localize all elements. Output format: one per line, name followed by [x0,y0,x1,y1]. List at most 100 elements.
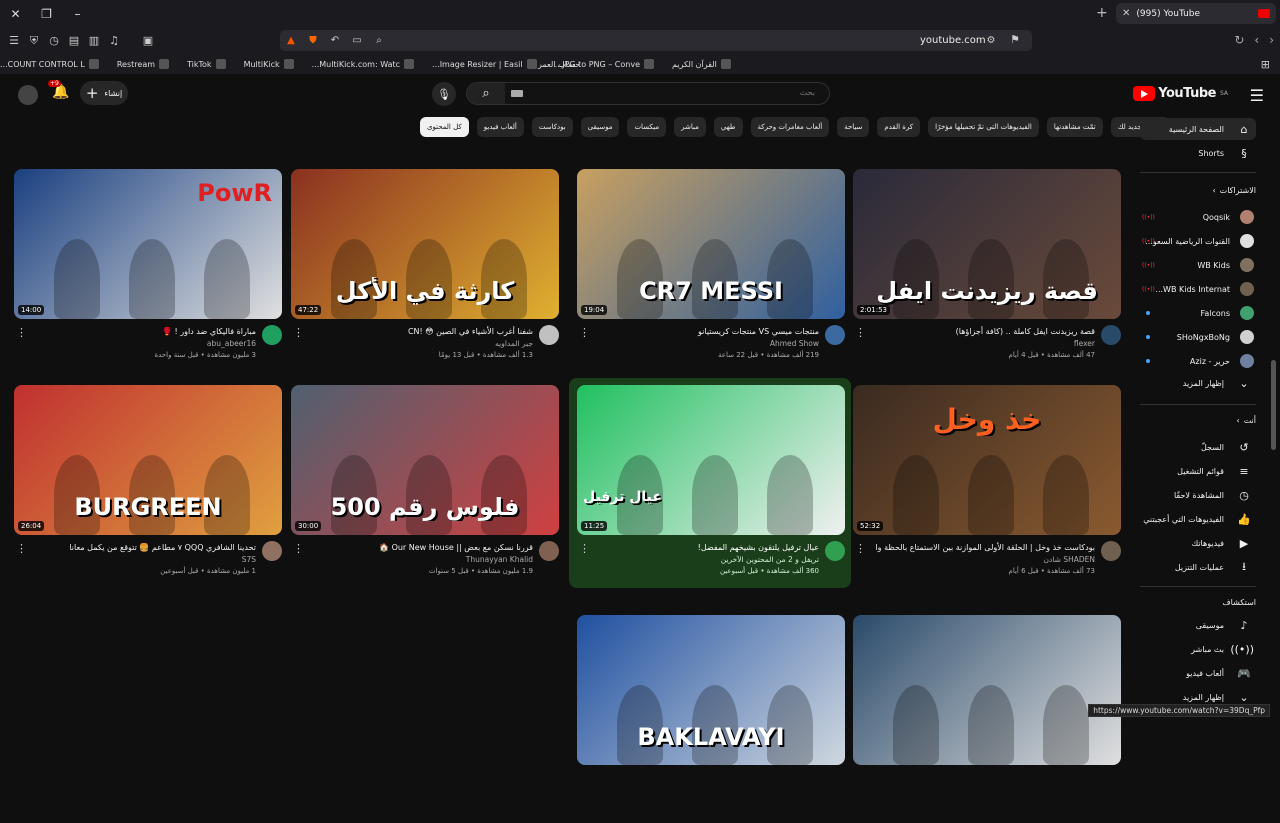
channel-avatar[interactable] [825,541,845,561]
sidebar-item[interactable]: ▶فيديوهاتك [1140,532,1256,554]
sidebar-item[interactable]: ((•))بث مباشر [1140,638,1256,660]
video-thumbnail[interactable]: PowR14:00 [14,169,282,319]
filter-chip[interactable]: الفيديوهات التي تمّ تحميلها مؤخرًا [928,117,1039,137]
channel-avatar[interactable] [539,541,559,561]
filter-chip[interactable]: موسيقى [581,117,620,137]
close-tab-icon[interactable]: ✕ [1122,8,1130,19]
notifications-icon[interactable]: 🔔+9 [52,84,69,100]
subscription-item[interactable]: حرير - Aziz [1140,350,1256,372]
menu-icon[interactable]: ☰ [4,34,24,48]
video-thumbnail[interactable]: BURGREEN26:04 [14,385,282,535]
video-title[interactable]: مباراة فاليكاي ضد داور ! 🥊 [36,326,256,338]
video-thumbnail[interactable]: خذ وخل52:32 [853,385,1121,535]
music-icon[interactable]: ♫ [104,34,124,48]
subscription-item[interactable]: القنوات الرياضية السعو...((•)) [1140,230,1256,252]
browser-tab-youtube[interactable]: ✕ (995) YouTube [1116,3,1276,24]
channel-name[interactable]: Ahmed Show [770,339,819,348]
search-input[interactable]: بحث [800,88,815,97]
sidebar-item[interactable]: ⌄إظهار المزيد [1140,372,1256,394]
bookmark-item[interactable]: MultiKick [244,59,294,69]
reload-icon[interactable]: ↻ [1234,33,1244,47]
channel-avatar[interactable] [539,325,559,345]
subscription-item[interactable]: Falcons [1140,302,1256,324]
sidebar-item[interactable]: 🎮ألعاب فيديو [1140,662,1256,684]
video-title[interactable]: شفنا أغرب الأشياء في الصين 😳 !CN [313,326,533,338]
video-thumbnail[interactable]: فلوس رقم 50030:00 [291,385,559,535]
video-thumbnail[interactable]: CR7 MESSI19:04 [577,169,845,319]
voice-search-icon[interactable]: 🎙 [432,82,456,106]
more-options-icon[interactable]: ⋮ [293,542,304,555]
subscription-item[interactable]: WB Kids((•)) [1140,254,1256,276]
channel-name[interactable]: Thunayyan Khalid [466,555,533,564]
sidebar-section-heading[interactable]: أنت› [1236,416,1256,425]
sidebar-item[interactable]: ⌂الصفحة الرئيسية [1140,118,1256,140]
video-thumbnail[interactable]: BAKLAVAYI [577,615,845,765]
cast-icon[interactable]: ▭ [346,35,368,46]
channel-name[interactable]: جبر المداويه [495,339,533,348]
filter-chip[interactable]: طهي [714,117,743,137]
video-title[interactable]: تحدينا الشافري QQQ ٧ مطاعم 🍔 تتوقع من يك… [36,542,256,554]
address-bar[interactable]: ▲ ⛊ ↶ ▭ ⌕ youtube.com ⚙ [280,30,1032,51]
filter-chip[interactable]: تمّت مشاهدتها [1047,117,1103,137]
account-avatar[interactable] [18,85,38,105]
more-options-icon[interactable]: ⋮ [293,326,304,339]
channel-avatar[interactable] [262,541,282,561]
subscription-item[interactable]: SHoNgxBoNg [1140,326,1256,348]
site-settings-icon[interactable]: ⚙ [980,35,1002,46]
video-title[interactable]: قصة ريزيدنت ايفل كاملة .. (كافة أجزاؤها) [875,326,1095,338]
guide-menu-icon[interactable]: ☰ [1250,86,1264,105]
minimize-window-icon[interactable]: – [62,0,93,27]
bookmark-item[interactable]: Restream [117,59,169,69]
tabs-icon[interactable]: ▤ [64,34,84,48]
new-tab-button[interactable]: + [1096,5,1108,21]
bookmark-item[interactable]: Image Resizer | Easil... [432,59,537,69]
create-button[interactable]: إنشاء+ [80,81,128,105]
channel-name[interactable]: abu_abeer16 [207,339,256,348]
video-card[interactable]: BURGREEN26:04 تحدينا الشافري QQQ ٧ مطاعم … [14,385,282,593]
video-card[interactable]: عيال ترفيل11:25 عيال ترفيل يلتقون بشيخهم … [577,385,845,593]
close-window-icon[interactable]: ✕ [0,0,31,27]
back-icon[interactable]: ‹ [1254,33,1259,47]
sidebar-item[interactable]: ◷المشاهدة لاحقًا [1140,484,1256,506]
bookmarks-menu-icon[interactable]: ⊞ [1261,58,1270,71]
shield-icon[interactable]: ⛨ [24,34,44,48]
sidebar-item[interactable]: §Shorts [1140,142,1256,164]
video-thumbnail[interactable] [853,615,1121,765]
channel-name[interactable]: تريفل و 2 من المحتوين الآخرين [721,555,819,564]
filter-chip[interactable]: كل المحتوى [420,117,469,137]
brave-icon[interactable]: ▲ [280,35,302,46]
video-title[interactable]: بودكاست خذ وخل | الحلقة الأولى الموازنة … [875,542,1095,554]
filter-chip[interactable]: سياحة [837,117,869,137]
channel-avatar[interactable] [262,325,282,345]
subscription-item[interactable]: Qoqsik((•)) [1140,206,1256,228]
sidebar-item[interactable]: 👍الفيديوهات التي أعجبتني [1140,508,1256,530]
video-thumbnail[interactable]: قصة ريزيدنت ايفل2:01:53 [853,169,1121,319]
wallet-icon[interactable]: ▣ [138,34,158,48]
video-thumbnail[interactable]: عيال ترفيل11:25 [577,385,845,535]
video-title[interactable]: منتجات ميسي VS منتجات كريستيانو [599,326,819,338]
video-title[interactable]: قررنا نسكن مع بعض || Our New House 🏠 [313,542,533,554]
video-card[interactable]: PowR14:00 مباراة فاليكاي ضد داور ! 🥊abu_a… [14,169,282,377]
more-options-icon[interactable]: ⋮ [16,542,27,555]
sidebar-section-heading[interactable]: الاشتراكات› [1212,186,1256,195]
video-title[interactable]: عيال ترفيل يلتقون بشيخهم المفضل! [599,542,819,554]
sidebar-item[interactable]: ♪موسيقى [1140,614,1256,636]
sidebar-item[interactable]: ≡قوائم التشغيل [1140,460,1256,482]
scrollbar[interactable] [1271,360,1276,450]
search-icon[interactable]: ⌕ [368,35,390,46]
youtube-logo[interactable]: YouTube SA [1133,86,1228,101]
bookmark-item[interactable]: حساب العمر [538,60,580,69]
video-card[interactable]: خذ وخل52:32 بودكاست خذ وخل | الحلقة الأول… [853,385,1121,593]
search-button[interactable]: ⌕ [467,83,505,104]
sidebar-item[interactable]: ⭳عمليات التنزيل [1140,556,1256,578]
more-options-icon[interactable]: ⋮ [16,326,27,339]
video-card[interactable]: BAKLAVAYI [577,615,845,823]
filter-chip[interactable]: مباشر [674,117,706,137]
more-options-icon[interactable]: ⋮ [579,326,590,339]
video-card[interactable]: قصة ريزيدنت ايفل2:01:53 قصة ريزيدنت ايفل … [853,169,1121,377]
filter-chip[interactable]: ألعاب مغامرات وحركة [751,117,830,137]
bookmark-item[interactable]: القرآن الكريم [672,59,731,69]
more-options-icon[interactable]: ⋮ [855,326,866,339]
channel-name[interactable]: SHADEN شادن [1044,555,1095,564]
video-card[interactable]: CR7 MESSI19:04 منتجات ميسي VS منتجات كريس… [577,169,845,377]
